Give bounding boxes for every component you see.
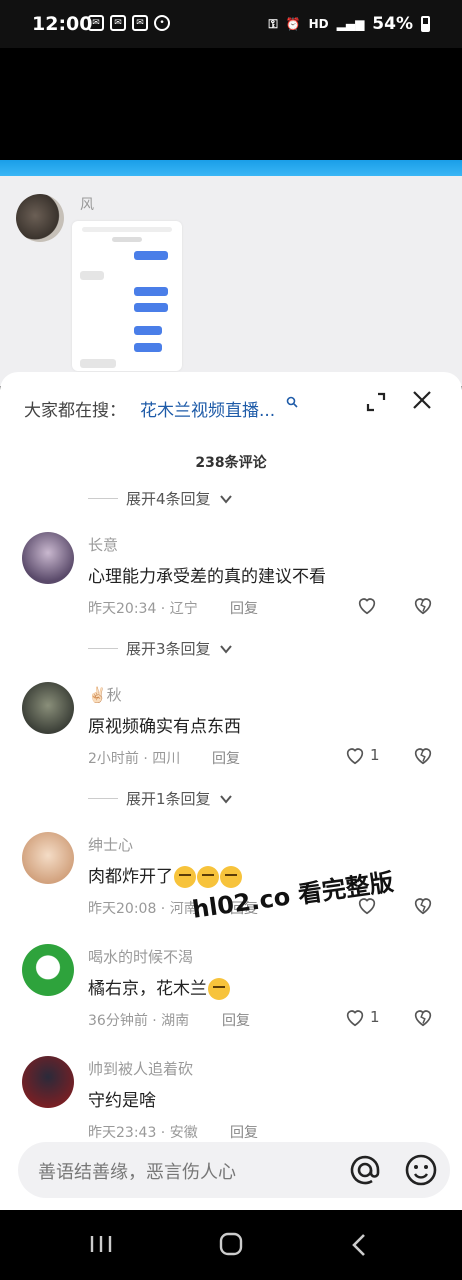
dislike-icon[interactable] xyxy=(412,1006,434,1028)
recents-icon[interactable] xyxy=(88,1234,114,1254)
post-image[interactable] xyxy=(72,221,182,371)
expand-replies-button[interactable]: 展开1条回复 xyxy=(88,788,233,809)
like-count: 1 xyxy=(370,746,380,764)
mail-icon: ✉ xyxy=(132,15,148,31)
crying-emoji-icon xyxy=(197,866,219,888)
comment-meta: 昨天23:43 · 安徽 xyxy=(88,1125,198,1141)
status-bar: 12:00 ✉ ✉ ✉ • ⚿ ⏰ HD ▂▄▆ 54% xyxy=(0,0,462,48)
reply-button[interactable]: 回复 xyxy=(222,1010,250,1030)
home-icon[interactable] xyxy=(218,1231,244,1257)
commenter-name[interactable]: ✌🏻秋 xyxy=(88,684,122,705)
heart-icon xyxy=(346,748,364,765)
comment-text: 守约是啥 xyxy=(88,1091,156,1111)
wechat-icon: • xyxy=(154,15,170,31)
comment-text: 原视频确实有点东西 xyxy=(88,717,241,737)
commenter-name[interactable]: 绅士心 xyxy=(88,834,133,855)
comment-text: 肉都炸开了 xyxy=(88,862,242,888)
notification-icons: ✉ ✉ ✉ • xyxy=(88,15,170,31)
status-time: 12:00 xyxy=(32,13,93,35)
comment-input-placeholder: 善语结善缘，恶言伤人心 xyxy=(38,1162,236,1183)
mention-icon[interactable] xyxy=(348,1153,382,1187)
dislike-icon[interactable] xyxy=(412,594,434,616)
expand-icon[interactable] xyxy=(364,390,388,414)
emoji-icon[interactable] xyxy=(404,1153,438,1187)
dislike-icon[interactable] xyxy=(412,894,434,916)
alarm-icon: ⏰ xyxy=(285,17,301,31)
comment-text: 心理能力承受差的真的建议不看 xyxy=(88,567,326,587)
comment-meta: 昨天20:08 · 河南 xyxy=(88,901,198,917)
back-icon[interactable] xyxy=(350,1232,368,1258)
comment-item: 喝水的时候不渴 橘右京，花木兰 36分钟前 · 湖南 回复 1 xyxy=(0,944,462,1054)
comment-meta: 2小时前 · 四川 xyxy=(88,751,181,767)
battery-percent: 54% xyxy=(372,14,413,34)
reply-button[interactable]: 回复 xyxy=(212,748,240,768)
video-progress-strip xyxy=(0,160,462,176)
comment-meta: 昨天20:34 · 辽宁 xyxy=(88,601,198,617)
like-button[interactable] xyxy=(356,594,382,616)
key-icon: ⚿ xyxy=(268,16,278,31)
close-icon[interactable] xyxy=(410,388,434,412)
expand-replies-button[interactable]: 展开3条回复 xyxy=(88,638,233,659)
comment-input[interactable]: 善语结善缘，恶言伤人心 xyxy=(18,1142,450,1198)
commenter-avatar[interactable] xyxy=(22,1056,74,1108)
chevron-down-icon xyxy=(219,494,232,504)
commenter-avatar[interactable] xyxy=(22,832,74,884)
chevron-down-icon xyxy=(219,794,232,804)
video-area[interactable] xyxy=(0,48,462,160)
post-author[interactable]: 风 xyxy=(80,194,94,214)
system-nav-bar xyxy=(0,1210,462,1280)
chevron-down-icon xyxy=(219,644,232,654)
comment-text: 橘右京，花木兰 xyxy=(88,974,230,1000)
signal-icon: ▂▄▆ xyxy=(336,17,365,31)
like-button[interactable]: 1 xyxy=(344,1006,380,1028)
heart-icon xyxy=(358,598,376,615)
status-right: ⚿ ⏰ HD ▂▄▆ 54% xyxy=(268,14,430,34)
like-count: 1 xyxy=(370,1008,380,1026)
crying-emoji-icon xyxy=(174,866,196,888)
commenter-name[interactable]: 长意 xyxy=(88,534,118,555)
mail-icon: ✉ xyxy=(88,15,104,31)
search-hint: 大家都在搜： xyxy=(24,401,126,421)
comment-item: 长意 心理能力承受差的真的建议不看 昨天20:34 · 辽宁 回复 xyxy=(0,532,462,642)
commenter-avatar[interactable] xyxy=(22,532,74,584)
commenter-avatar[interactable] xyxy=(22,682,74,734)
commenter-avatar[interactable] xyxy=(22,944,74,996)
commenter-name[interactable]: 帅到被人追着砍 xyxy=(88,1058,193,1079)
heart-icon xyxy=(346,1010,364,1027)
commenter-name[interactable]: 喝水的时候不渴 xyxy=(88,946,193,967)
reply-button[interactable]: 回复 xyxy=(230,1122,258,1142)
reply-button[interactable]: 回复 xyxy=(230,598,258,618)
thinking-emoji-icon xyxy=(208,978,230,1000)
dislike-icon[interactable] xyxy=(412,744,434,766)
search-icon[interactable] xyxy=(286,396,298,408)
hd-label: HD xyxy=(308,17,329,31)
mail-icon: ✉ xyxy=(110,15,126,31)
author-avatar[interactable] xyxy=(16,194,64,242)
comment-meta: 36分钟前 · 湖南 xyxy=(88,1013,190,1029)
comment-sheet: 大家都在搜： 花木兰视频直播... 238条评论 展开4条回复 长意 心理能力承… xyxy=(0,372,462,1210)
expand-replies-button[interactable]: 展开4条回复 xyxy=(88,488,233,509)
comment-item: ✌🏻秋 原视频确实有点东西 2小时前 · 四川 回复 1 xyxy=(0,682,462,792)
like-button[interactable]: 1 xyxy=(344,744,380,766)
search-suggestion-link[interactable]: 花木兰视频直播... xyxy=(140,396,275,421)
comment-count: 238条评论 xyxy=(195,455,267,471)
post-area: 风 xyxy=(0,176,462,386)
battery-icon xyxy=(421,16,430,32)
